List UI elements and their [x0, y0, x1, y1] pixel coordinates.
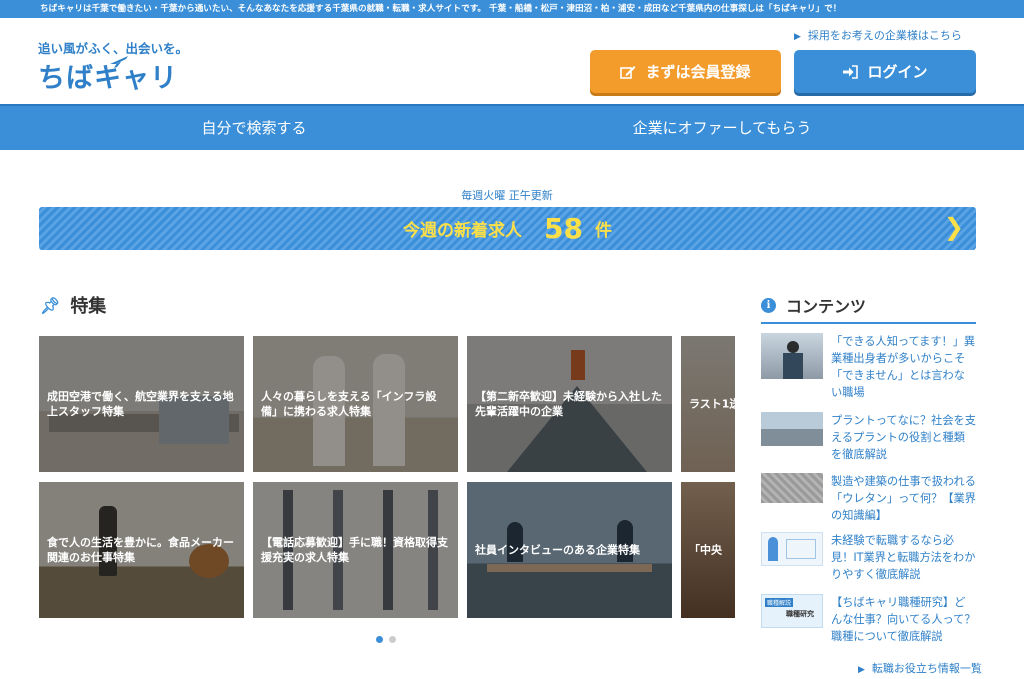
register-label: まずは会員登録	[645, 63, 751, 81]
register-button[interactable]: まずは会員登録	[590, 50, 781, 93]
content-item-title: プラントってなに？社会を支えるプラントの役割と種類を徹底解説	[831, 414, 976, 461]
contents-heading: i コンテンツ	[761, 293, 866, 317]
feature-card[interactable]: 【第二新卒歓迎】未経験から入社した先輩活躍中の企業	[467, 336, 672, 472]
career-tips-label: 転職お役立ち情報一覧	[871, 662, 982, 675]
content-item[interactable]: 職種解説 職種研究 【ちばキャリ職種研究】どんな仕事？向いてる人って？職種につい…	[761, 594, 976, 649]
edit-icon	[620, 65, 636, 79]
recruit-companies-link[interactable]: ▶ 採用をお考えの企業様はこちら	[794, 27, 962, 43]
carousel-pagination	[376, 636, 396, 643]
nav-self-search[interactable]: 自分で検索する	[40, 106, 468, 150]
update-schedule-note: 毎週火曜 正午更新	[461, 189, 553, 202]
carousel-dot-1[interactable]	[376, 636, 383, 643]
new-jobs-count: 58	[544, 212, 583, 245]
site-logo[interactable]: 追い風がふく、出会いを。 ちばキャリ	[38, 38, 188, 100]
pin-icon: 📌︎	[40, 295, 61, 315]
content-thumbnail	[761, 333, 823, 379]
content-item-title: 製造や建築の仕事で扱われる「ウレタン」って何？【業界の知識編】	[831, 475, 976, 522]
chevron-right-icon: ▶	[794, 32, 801, 42]
content-item-title: 「できる人知ってます！」異業種出身者が多いからこそ「できません」とは言わない職場	[831, 335, 976, 399]
features-title: 特集	[70, 296, 107, 317]
feature-card-label: ラスト1送了の求人	[689, 397, 735, 411]
site-header: 追い風がふく、出会いを。 ちばキャリ ▶ 採用をお考えの企業様はこちら まずは会員…	[0, 18, 1024, 104]
carousel-dot-2[interactable]	[389, 636, 396, 643]
feature-card[interactable]: ラスト1送了の求人	[681, 336, 735, 472]
feature-card-label: 食で人の生活を豊かに。食品メーカー関連のお仕事特集	[47, 536, 234, 564]
new-jobs-prefix: 今週の新着求人	[403, 221, 523, 241]
feature-card[interactable]: 人々の暮らしを支える「インフラ設備」に携わる求人特集	[253, 336, 458, 472]
feature-card[interactable]: 「中央	[681, 482, 735, 618]
sign-in-icon	[843, 64, 859, 79]
new-jobs-banner[interactable]: 今週の新着求人 58 件 ❯	[39, 207, 976, 250]
content-item[interactable]: プラントってなに？社会を支えるプラントの役割と種類を徹底解説	[761, 412, 976, 464]
new-jobs-unit: 件	[594, 221, 612, 241]
feature-card[interactable]: 成田空港で働く、航空業界を支える地上スタッフ特集	[39, 336, 244, 472]
chevron-right-icon: ❯	[943, 213, 964, 241]
top-banner: ちばキャリは千葉で働きたい・千葉から通いたい、そんなあなたを応援する千葉県の就職…	[0, 0, 1024, 18]
content-item-title: 【ちばキャリ職種研究】どんな仕事？向いてる人って？職種について徹底解説	[831, 596, 976, 643]
content-thumbnail	[761, 412, 823, 446]
nav-company-offer[interactable]: 企業にオファーしてもらう	[508, 106, 936, 150]
contents-title: コンテンツ	[786, 297, 867, 316]
content-item[interactable]: 製造や建築の仕事で扱われる「ウレタン」って何？【業界の知識編】	[761, 473, 976, 525]
features-carousel: 成田空港で働く、航空業界を支える地上スタッフ特集 人々の暮らしを支える「インフラ…	[39, 336, 735, 620]
feature-card[interactable]: 食で人の生活を豊かに。食品メーカー関連のお仕事特集	[39, 482, 244, 618]
content-thumbnail	[761, 473, 823, 503]
content-thumbnail	[761, 532, 823, 566]
contents-divider	[761, 322, 976, 324]
features-heading: 📌︎ 特集	[40, 292, 106, 318]
airplane-icon	[110, 56, 128, 68]
content-thumbnail: 職種解説 職種研究	[761, 594, 823, 628]
career-tips-link[interactable]: ▶ 転職お役立ち情報一覧	[858, 660, 982, 676]
feature-card[interactable]: 【電話応募歓迎】手に職！資格取得支援充実の求人特集	[253, 482, 458, 618]
info-icon: i	[761, 297, 776, 313]
thumbnail-caption: 職種研究	[786, 610, 814, 618]
content-item[interactable]: 未経験で転職するなら必見！IT業界と転職方法をわかりやすく徹底解説	[761, 532, 976, 587]
feature-card-label: 成田空港で働く、航空業界を支える地上スタッフ特集	[47, 390, 234, 418]
main-nav: 自分で検索する 企業にオファーしてもらう	[0, 104, 1024, 150]
thumbnail-caption: 職種解説	[765, 598, 794, 607]
login-label: ログイン	[867, 63, 928, 81]
feature-card-label: 人々の暮らしを支える「インフラ設備」に携わる求人特集	[261, 390, 437, 418]
feature-card-label: 【第二新卒歓迎】未経験から入社した先輩活躍中の企業	[475, 390, 662, 418]
feature-card-label: 社員インタビューのある企業特集	[475, 543, 640, 557]
login-button[interactable]: ログイン	[794, 50, 976, 93]
feature-card[interactable]: 社員インタビューのある企業特集	[467, 482, 672, 618]
chevron-right-icon: ▶	[858, 665, 865, 675]
feature-card-label: 「中央	[689, 543, 722, 557]
recruit-link-label: 採用をお考えの企業様はこちら	[807, 29, 962, 42]
content-item-title: 未経験で転職するなら必見！IT業界と転職方法をわかりやすく徹底解説	[831, 534, 976, 581]
feature-card-label: 【電話応募歓迎】手に職！資格取得支援充実の求人特集	[261, 536, 448, 564]
content-item[interactable]: 「できる人知ってます！」異業種出身者が多いからこそ「できません」とは言わない職場	[761, 333, 976, 403]
